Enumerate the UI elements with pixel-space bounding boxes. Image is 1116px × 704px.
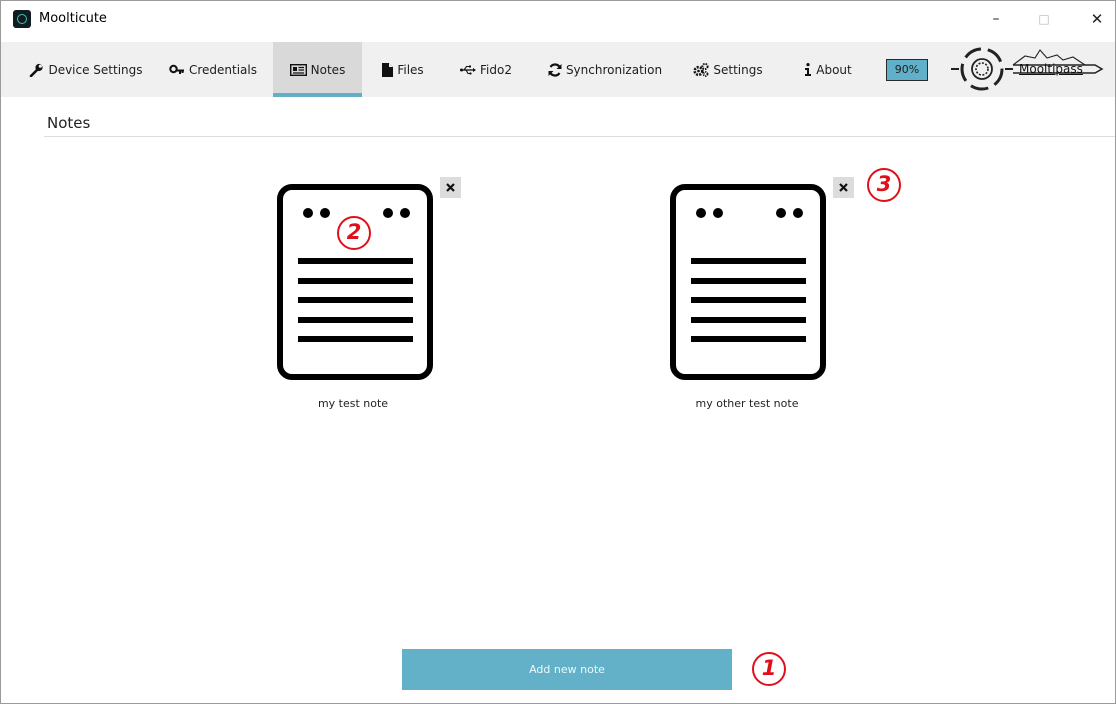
tab-about[interactable]: About [791,42,865,97]
maximize-button[interactable]: □ [1024,7,1064,31]
battery-indicator: 90% [886,59,928,81]
annotation-marker-3: 3 [867,168,901,202]
close-window-button[interactable]: ✕ [1077,7,1115,31]
tab-synchronization[interactable]: Synchronization [539,42,671,97]
window-title: Moolticute [39,11,107,26]
main-nav: Device Settings Credentials Notes Files [1,42,1115,97]
tab-files[interactable]: Files [371,42,435,97]
minimize-button[interactable]: – [976,7,1016,31]
tab-label: Settings [713,62,763,77]
note-name[interactable]: my test note [253,397,453,410]
tab-label: Notes [310,62,346,77]
page-title: Notes [47,114,91,132]
tab-label: Synchronization [565,62,663,77]
note-document-icon[interactable] [670,184,826,380]
note-document-icon[interactable] [277,184,433,380]
wrench-icon [29,63,44,77]
delete-note-button[interactable] [833,177,854,198]
note-card-my-test-note[interactable] [277,184,433,380]
tab-label: Fido2 [480,62,512,77]
close-icon [446,183,455,192]
note-card-icon [289,63,307,76]
annotation-marker-1: 1 [752,652,786,686]
app-window: Moolticute – □ ✕ Device Settings Credent… [0,0,1116,704]
tab-settings[interactable]: Settings [685,42,771,97]
refresh-icon [548,62,562,77]
usb-icon [460,65,477,75]
app-logo-icon [13,10,31,28]
key-icon [169,64,185,76]
gears-icon [693,62,709,77]
logo-text: Mooltipass [1019,62,1083,76]
title-bar: Moolticute – □ ✕ [1,1,1115,42]
mooltipass-logo: Mooltipass [945,44,1105,94]
note-card-my-other-test-note[interactable] [670,184,826,380]
file-icon [382,62,394,77]
annotation-marker-2: 2 [337,216,371,250]
title-divider [44,136,1115,137]
tab-notes[interactable]: Notes [273,42,362,97]
info-icon [804,63,812,76]
close-icon [839,183,848,192]
tab-label: About [816,62,852,77]
tab-fido2[interactable]: Fido2 [449,42,523,97]
tab-label: Credentials [188,62,257,77]
tab-credentials[interactable]: Credentials [159,42,267,97]
add-new-note-button[interactable]: Add new note [402,649,732,690]
tab-label: Device Settings [48,62,143,77]
delete-note-button[interactable] [440,177,461,198]
tab-label: Files [397,62,424,77]
tab-device-settings[interactable]: Device Settings [23,42,149,97]
note-name[interactable]: my other test note [647,397,847,410]
